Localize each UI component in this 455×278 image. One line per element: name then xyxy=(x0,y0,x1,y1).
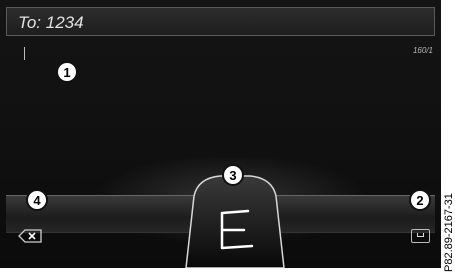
callout-4: 4 xyxy=(26,189,48,211)
message-text-area[interactable] xyxy=(6,37,435,167)
callout-3: 3 xyxy=(222,164,244,186)
display-screen: To: 1234 160/1 xyxy=(0,0,441,268)
recipient-label: To: xyxy=(18,13,42,32)
callout-1: 1 xyxy=(56,61,78,83)
character-counter: 160/1 xyxy=(412,46,433,55)
callout-2: 2 xyxy=(409,189,431,211)
recipient-value: 1234 xyxy=(45,13,84,32)
space-icon[interactable] xyxy=(411,229,430,243)
text-cursor xyxy=(24,47,25,60)
space-glyph xyxy=(417,233,424,237)
recipient-text: To: 1234 xyxy=(18,13,84,33)
backspace-icon[interactable] xyxy=(18,229,42,243)
figure-reference: P82.89-2167-31 xyxy=(443,193,455,272)
recipient-field[interactable]: To: 1234 xyxy=(6,7,435,36)
